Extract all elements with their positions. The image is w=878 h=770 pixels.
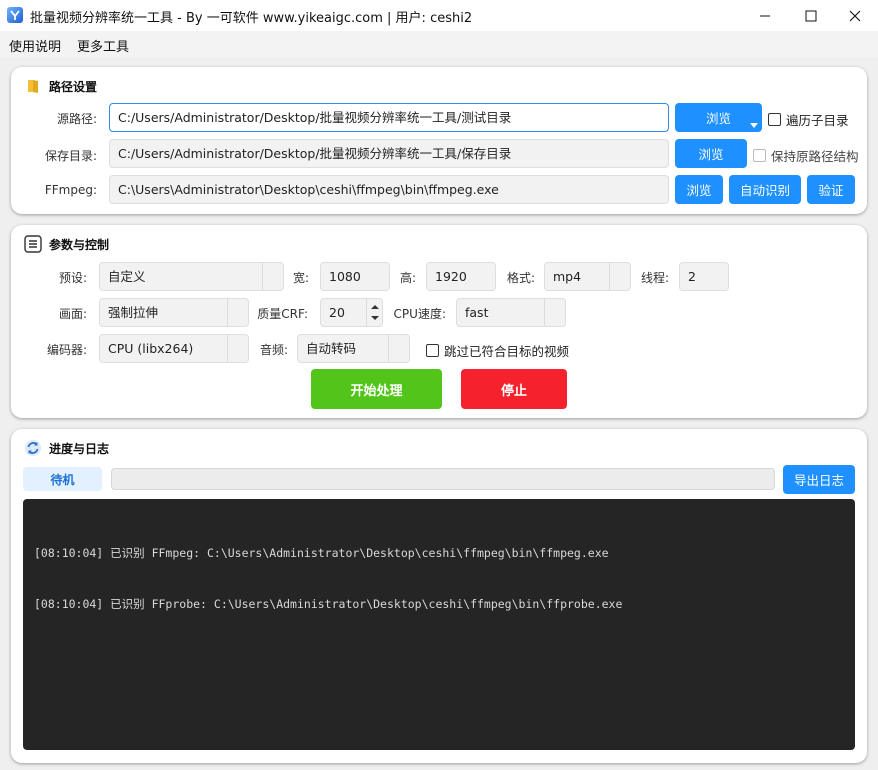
checkbox-box[interactable] — [768, 113, 781, 126]
list-icon — [24, 235, 42, 253]
checkbox-box[interactable] — [753, 149, 766, 162]
frame-mode-select[interactable]: 强制拉伸 — [99, 298, 249, 327]
verify-button[interactable]: 验证 — [807, 175, 855, 204]
crf-value: 20 — [329, 305, 345, 320]
height-input[interactable]: 1920 — [426, 262, 496, 291]
format-select[interactable]: mp4 — [544, 262, 631, 291]
save-browse-button[interactable]: 浏览 — [675, 139, 747, 168]
combo-divider — [227, 299, 228, 326]
combo-divider — [609, 263, 610, 290]
checkbox-box[interactable] — [426, 344, 439, 357]
keep-structure-checkbox[interactable]: 保持原路径结构 — [753, 146, 859, 165]
cpu-speed-label: CPU速度: — [393, 307, 446, 321]
source-browse-label: 浏览 — [705, 111, 731, 126]
auto-detect-button[interactable]: 自动识别 — [729, 175, 801, 204]
source-path-label: 源路径: — [56, 112, 97, 126]
panel-title-path: 路径设置 — [49, 80, 98, 94]
encoder-select[interactable]: CPU (libx264) — [99, 334, 249, 363]
maximize-icon — [805, 10, 817, 21]
combo-divider — [388, 335, 389, 362]
encoder-label: 编码器: — [46, 343, 87, 357]
skip-matching-label: 跳过已符合目标的视频 — [444, 344, 570, 359]
preset-select[interactable]: 自定义 — [99, 262, 284, 291]
format-value: mp4 — [553, 269, 582, 284]
recurse-subdirs-checkbox[interactable]: 遍历子目录 — [768, 110, 849, 129]
recurse-subdirs-label: 遍历子目录 — [786, 113, 849, 128]
panel-title-log: 进度与日志 — [49, 442, 110, 456]
combo-divider — [544, 299, 545, 326]
threads-label: 线程: — [640, 271, 669, 285]
dropdown-arrow-icon[interactable] — [750, 123, 758, 128]
export-log-button[interactable]: 导出日志 — [783, 465, 855, 494]
height-label: 高: — [399, 271, 416, 285]
keep-structure-label: 保持原路径结构 — [771, 149, 859, 164]
ffmpeg-label: FFmpeg: — [44, 183, 97, 197]
preset-label: 预设: — [58, 271, 87, 285]
preset-value: 自定义 — [108, 269, 146, 284]
title-bar: 批量视频分辨率统一工具 - By 一可软件 www.yikeaigc.com |… — [0, 0, 878, 31]
progress-bar — [111, 468, 775, 490]
window-title: 批量视频分辨率统一工具 - By 一可软件 www.yikeaigc.com |… — [30, 11, 473, 26]
log-panel: 进度与日志 待机 导出日志 [08:10:04] 已识别 FFmpeg: C:\… — [11, 429, 867, 763]
save-dir-input[interactable]: C:/Users/Administrator/Desktop/批量视频分辨率统一… — [109, 139, 669, 168]
spin-down-icon[interactable] — [371, 316, 379, 320]
encoder-value: CPU (libx264) — [108, 341, 194, 356]
audio-value: 自动转码 — [306, 341, 357, 356]
stop-button[interactable]: 停止 — [461, 369, 567, 409]
width-input[interactable]: 1080 — [320, 262, 390, 291]
format-label: 格式: — [506, 271, 535, 285]
source-path-input[interactable]: C:/Users/Administrator/Desktop/批量视频分辨率统一… — [109, 103, 669, 132]
audio-select[interactable]: 自动转码 — [297, 334, 410, 363]
cpu-speed-value: fast — [465, 305, 489, 320]
log-output[interactable]: [08:10:04] 已识别 FFmpeg: C:\Users\Administ… — [23, 499, 855, 750]
close-button[interactable] — [832, 0, 878, 31]
combo-divider — [227, 335, 228, 362]
crf-spinbox[interactable]: 20 — [320, 298, 383, 327]
ffmpeg-browse-button[interactable]: 浏览 — [675, 175, 723, 204]
source-browse-button[interactable]: 浏览 — [675, 103, 762, 132]
menu-bar: 使用说明 更多工具 — [0, 31, 878, 57]
folder-icon — [28, 80, 38, 93]
menu-item-more-tools[interactable]: 更多工具 — [77, 36, 129, 55]
minimize-button[interactable] — [742, 0, 788, 31]
save-dir-label: 保存目录: — [44, 149, 97, 163]
path-settings-panel: 路径设置 源路径: C:/Users/Administrator/Desktop… — [11, 67, 867, 214]
menu-item-help[interactable]: 使用说明 — [9, 36, 61, 55]
maximize-button[interactable] — [788, 0, 834, 31]
frame-mode-label: 画面: — [58, 307, 87, 321]
refresh-icon — [25, 440, 41, 456]
minimize-icon — [760, 15, 770, 16]
audio-label: 音频: — [259, 343, 288, 357]
cpu-speed-select[interactable]: fast — [456, 298, 566, 327]
skip-matching-checkbox[interactable]: 跳过已符合目标的视频 — [426, 341, 569, 360]
log-line: [08:10:04] 已识别 FFprobe: C:\Users\Adminis… — [34, 597, 623, 611]
ffmpeg-path-input[interactable]: C:\Users\Administrator\Desktop\ceshi\ffm… — [109, 175, 669, 204]
frame-mode-value: 强制拉伸 — [108, 305, 159, 320]
panel-title-params: 参数与控制 — [49, 238, 110, 252]
crf-label: 质量CRF: — [257, 307, 308, 321]
width-label: 宽: — [292, 271, 309, 285]
status-badge: 待机 — [23, 467, 102, 491]
close-icon — [849, 10, 861, 21]
start-button[interactable]: 开始处理 — [311, 369, 442, 409]
log-line: [08:10:04] 已识别 FFmpeg: C:\Users\Administ… — [34, 546, 609, 560]
app-icon — [7, 7, 23, 23]
spin-up-icon[interactable] — [371, 305, 379, 309]
combo-divider — [262, 263, 263, 290]
params-panel: 参数与控制 预设: 自定义 宽: 1080 高: 1920 格式: mp4 线程… — [11, 225, 867, 418]
spin-arrows[interactable] — [366, 299, 382, 326]
threads-input[interactable]: 2 — [679, 262, 729, 291]
